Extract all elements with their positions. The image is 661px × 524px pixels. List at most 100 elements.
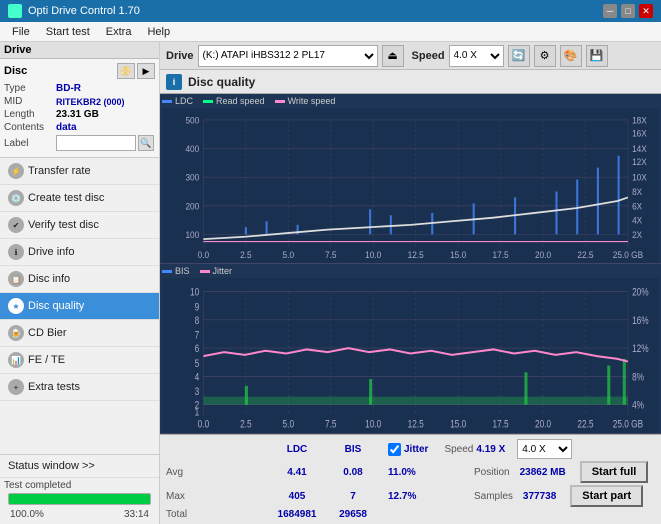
svg-text:10X: 10X [632,172,647,183]
sidebar-item-drive-info[interactable]: ℹ Drive info [0,239,159,266]
menu-extra[interactable]: Extra [98,24,140,40]
svg-text:20.0: 20.0 [535,250,551,261]
disc-info-icon: 📋 [8,271,24,287]
bottom-chart-legend: BIS Jitter [162,266,659,276]
svg-text:4X: 4X [632,215,642,226]
drive-label: Drive [4,44,32,56]
bis-avg: 0.08 [328,467,378,478]
drive-selector[interactable]: (K:) ATAPI iHBS312 2 PL17 [198,45,378,67]
menu-file[interactable]: File [4,24,38,40]
jitter-legend-label: Jitter [213,266,233,276]
disc-quality-header-icon: i [166,74,182,90]
sidebar-item-transfer-rate[interactable]: ⚡ Transfer rate [0,158,159,185]
position-label: Position [474,467,510,478]
top-chart-legend: LDC Read speed Write speed [162,96,659,106]
disc-panel: Disc 📀 ▶ Type BD-R MID RITEKBR2 (000) Le… [0,59,159,158]
fe-te-icon: 📊 [8,352,24,368]
close-button[interactable]: ✕ [639,4,653,18]
svg-text:100: 100 [185,229,199,240]
svg-text:6: 6 [195,343,200,355]
contents-value: data [56,122,77,133]
svg-text:5.0: 5.0 [283,419,295,431]
speed-selector[interactable]: 4.0 X [449,45,504,67]
status-window-item[interactable]: Status window >> [0,455,159,478]
jitter-legend-dot [200,270,210,273]
save-icon[interactable]: 💾 [586,45,608,67]
start-full-button[interactable]: Start full [580,461,649,483]
sidebar-item-verify-test-disc[interactable]: ✔ Verify test disc [0,212,159,239]
menu-help[interactable]: Help [139,24,178,40]
length-value: 23.31 GB [56,109,99,120]
sidebar-item-create-test-disc[interactable]: 💿 Create test disc [0,185,159,212]
disc-quality-label: Disc quality [28,300,84,312]
palette-icon[interactable]: 🎨 [560,45,582,67]
svg-text:8X: 8X [632,186,642,197]
drive-section: Drive [4,44,34,56]
label-input[interactable] [56,135,136,151]
minimize-button[interactable]: ─ [603,4,617,18]
stats-header-row: LDC BIS Jitter Speed 4.19 X 4.0 X [166,439,655,459]
svg-text:4%: 4% [632,400,644,412]
svg-text:7.5: 7.5 [325,250,337,261]
mid-label: MID [4,96,56,107]
transfer-rate-label: Transfer rate [28,165,91,177]
top-chart-svg: 500 400 300 200 100 18X 16X 14X 12X 10X … [162,108,659,263]
svg-text:200: 200 [185,201,199,212]
bis-col-header: BIS [328,444,378,455]
bis-legend-label: BIS [175,266,190,276]
menu-start-test[interactable]: Start test [38,24,98,40]
svg-text:12.5: 12.5 [408,250,424,261]
label-button[interactable]: 🔍 [138,135,154,151]
drive-toolbar-label: Drive [166,50,194,62]
maximize-button[interactable]: □ [621,4,635,18]
jitter-max: 12.7% [388,491,458,502]
status-bar: Status window >> Test completed 100.0% 3… [0,454,159,524]
svg-text:10: 10 [190,287,199,299]
jitter-col-header: Jitter [404,444,428,455]
content-area: Drive (K:) ATAPI iHBS312 2 PL17 ⏏ Speed … [160,42,661,524]
svg-text:2.5: 2.5 [240,250,252,261]
avg-row-label: Avg [166,467,266,478]
eject-icon[interactable]: ⏏ [382,45,404,67]
svg-text:2X: 2X [632,229,642,240]
ldc-max: 405 [272,491,322,502]
start-part-button[interactable]: Start part [570,485,643,507]
sidebar-item-cd-bier[interactable]: 🍺 CD Bier [0,320,159,347]
bis-total: 29658 [328,509,378,520]
stats-max-row: Max 405 7 12.7% Samples 377738 Start par… [166,485,655,507]
create-test-label: Create test disc [28,192,104,204]
disc-icon-2[interactable]: ▶ [137,63,155,79]
top-chart-area: LDC Read speed Write speed [160,94,661,264]
extra-tests-icon: + [8,379,24,395]
svg-text:8: 8 [195,315,200,327]
ldc-col-header: LDC [272,444,322,455]
settings-icon[interactable]: ⚙ [534,45,556,67]
svg-text:6X: 6X [632,201,642,212]
contents-label: Contents [4,122,56,133]
svg-text:20.0: 20.0 [535,419,551,431]
sidebar-item-disc-quality[interactable]: ★ Disc quality [0,293,159,320]
svg-text:17.5: 17.5 [493,250,509,261]
speed-unit-selector[interactable]: 4.0 X [517,439,572,459]
extra-tests-label: Extra tests [28,381,80,393]
svg-text:400: 400 [185,144,199,155]
jitter-checkbox[interactable] [388,443,401,456]
disc-icon-1[interactable]: 📀 [117,63,135,79]
svg-text:20%: 20% [632,287,649,299]
refresh-icon[interactable]: 🔄 [508,45,530,67]
label-label: Label [4,138,56,149]
svg-text:300: 300 [185,172,199,183]
samples-val: 377738 [523,491,556,502]
bis-legend-dot [162,270,172,273]
speed-val-display: 4.19 X [476,444,505,455]
sidebar-item-fe-te[interactable]: 📊 FE / TE [0,347,159,374]
ldc-legend-dot [162,100,172,103]
svg-text:16%: 16% [632,315,649,327]
sidebar-item-extra-tests[interactable]: + Extra tests [0,374,159,401]
svg-text:0.0: 0.0 [198,419,210,431]
test-completed-label: Test completed [4,480,155,491]
svg-text:7: 7 [195,330,200,342]
drive-info-label: Drive info [28,246,74,258]
sidebar-item-disc-info[interactable]: 📋 Disc info [0,266,159,293]
svg-text:9: 9 [195,301,200,313]
